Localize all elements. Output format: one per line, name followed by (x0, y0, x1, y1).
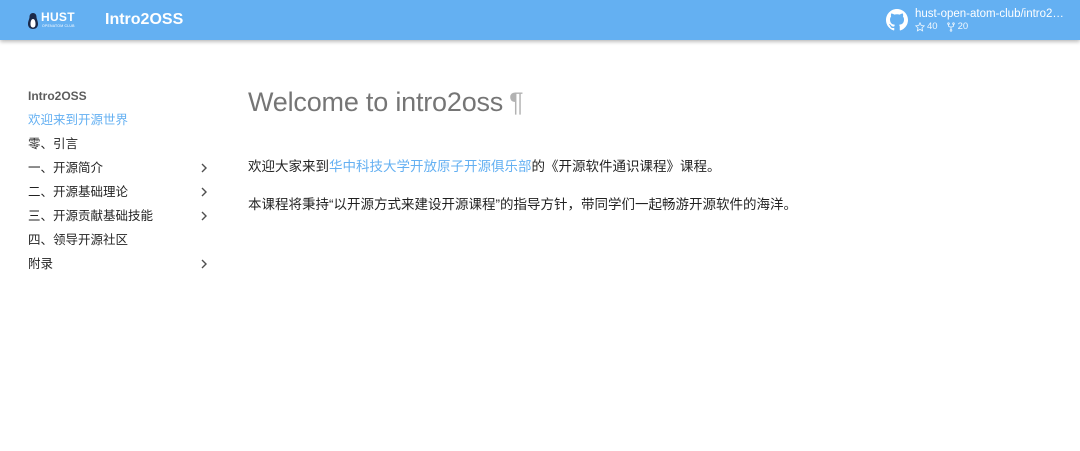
intro-text-before: 欢迎大家来到 (248, 159, 329, 174)
stars-value: 40 (927, 21, 938, 32)
sidebar-item-label: 四、领导开源社区 (28, 233, 129, 247)
chevron-right-icon[interactable] (200, 211, 208, 221)
forks-count: 20 (946, 21, 969, 33)
stars-count: 40 (915, 21, 938, 33)
logo-subtext: OPENATOM CLUB (42, 24, 75, 28)
sidebar-item-label: 零、引言 (28, 137, 79, 151)
sidebar-item-label: 欢迎来到开源世界 (28, 113, 129, 127)
chevron-right-icon[interactable] (200, 259, 208, 269)
site-title[interactable]: Intro2OSS (105, 10, 183, 30)
github-icon (886, 9, 908, 31)
page-title-text: Welcome to intro2oss (248, 87, 504, 117)
repo-name: hust-open-atom-club/intro2… (915, 8, 1064, 20)
sidebar-item-label: 一、开源简介 (28, 161, 104, 175)
sidebar-item-label: 三、开源贡献基础技能 (28, 209, 154, 223)
intro-text-after: 的《开源软件通识课程》课程。 (531, 159, 721, 174)
repo-link[interactable]: hust-open-atom-club/intro2… 40 20 (886, 5, 1072, 35)
forks-value: 20 (957, 21, 969, 32)
sidebar-item-appendix[interactable]: 附录 (28, 252, 218, 276)
sidebar-item-welcome[interactable]: 欢迎来到开源世界 (28, 108, 218, 132)
sidebar-item-label: 附录 (28, 257, 54, 271)
sidebar-item-oss-theory[interactable]: 二、开源基础理论 (28, 180, 218, 204)
penguin-logo-icon (28, 13, 38, 29)
sidebar-item-contrib-skills[interactable]: 三、开源贡献基础技能 (28, 204, 218, 228)
sidebar-item-oss-overview[interactable]: 一、开源简介 (28, 156, 218, 180)
fork-icon (946, 22, 955, 32)
sidebar-nav: Intro2OSS 欢迎来到开源世界 零、引言 一、开源简介 二、开源基础理论 … (28, 86, 218, 276)
club-link[interactable]: 华中科技大学开放原子开源俱乐部 (329, 159, 532, 174)
main-content: Welcome to intro2oss ¶ 欢迎大家来到华中科技大学开放原子开源… (248, 82, 1048, 215)
header-bar: HUST OPENATOM CLUB Intro2OSS hust-open-a… (0, 0, 1080, 40)
nav-title[interactable]: Intro2OSS (28, 86, 218, 106)
logo-text: HUST (41, 10, 75, 24)
guideline-paragraph: 本课程将秉持“以开源方式来建设开源课程”的指导方针，带同学们一起畅游开源软件的海… (248, 197, 797, 212)
chevron-right-icon[interactable] (200, 187, 208, 197)
star-icon (915, 22, 925, 32)
hust-logo[interactable]: HUST OPENATOM CLUB (27, 10, 77, 32)
chevron-right-icon[interactable] (200, 163, 208, 173)
repo-stats: 40 20 (915, 21, 1065, 33)
sidebar-item-label: 二、开源基础理论 (28, 185, 129, 199)
sidebar-item-lead-community[interactable]: 四、领导开源社区 (28, 228, 218, 252)
page-title: Welcome to intro2oss ¶ (248, 82, 1048, 122)
permalink-icon[interactable]: ¶ (509, 87, 524, 117)
repo-info: hust-open-atom-club/intro2… 40 20 (915, 7, 1065, 33)
intro-paragraph: 欢迎大家来到华中科技大学开放原子开源俱乐部的《开源软件通识课程》课程。 (248, 157, 1048, 177)
sidebar-item-intro[interactable]: 零、引言 (28, 132, 218, 156)
